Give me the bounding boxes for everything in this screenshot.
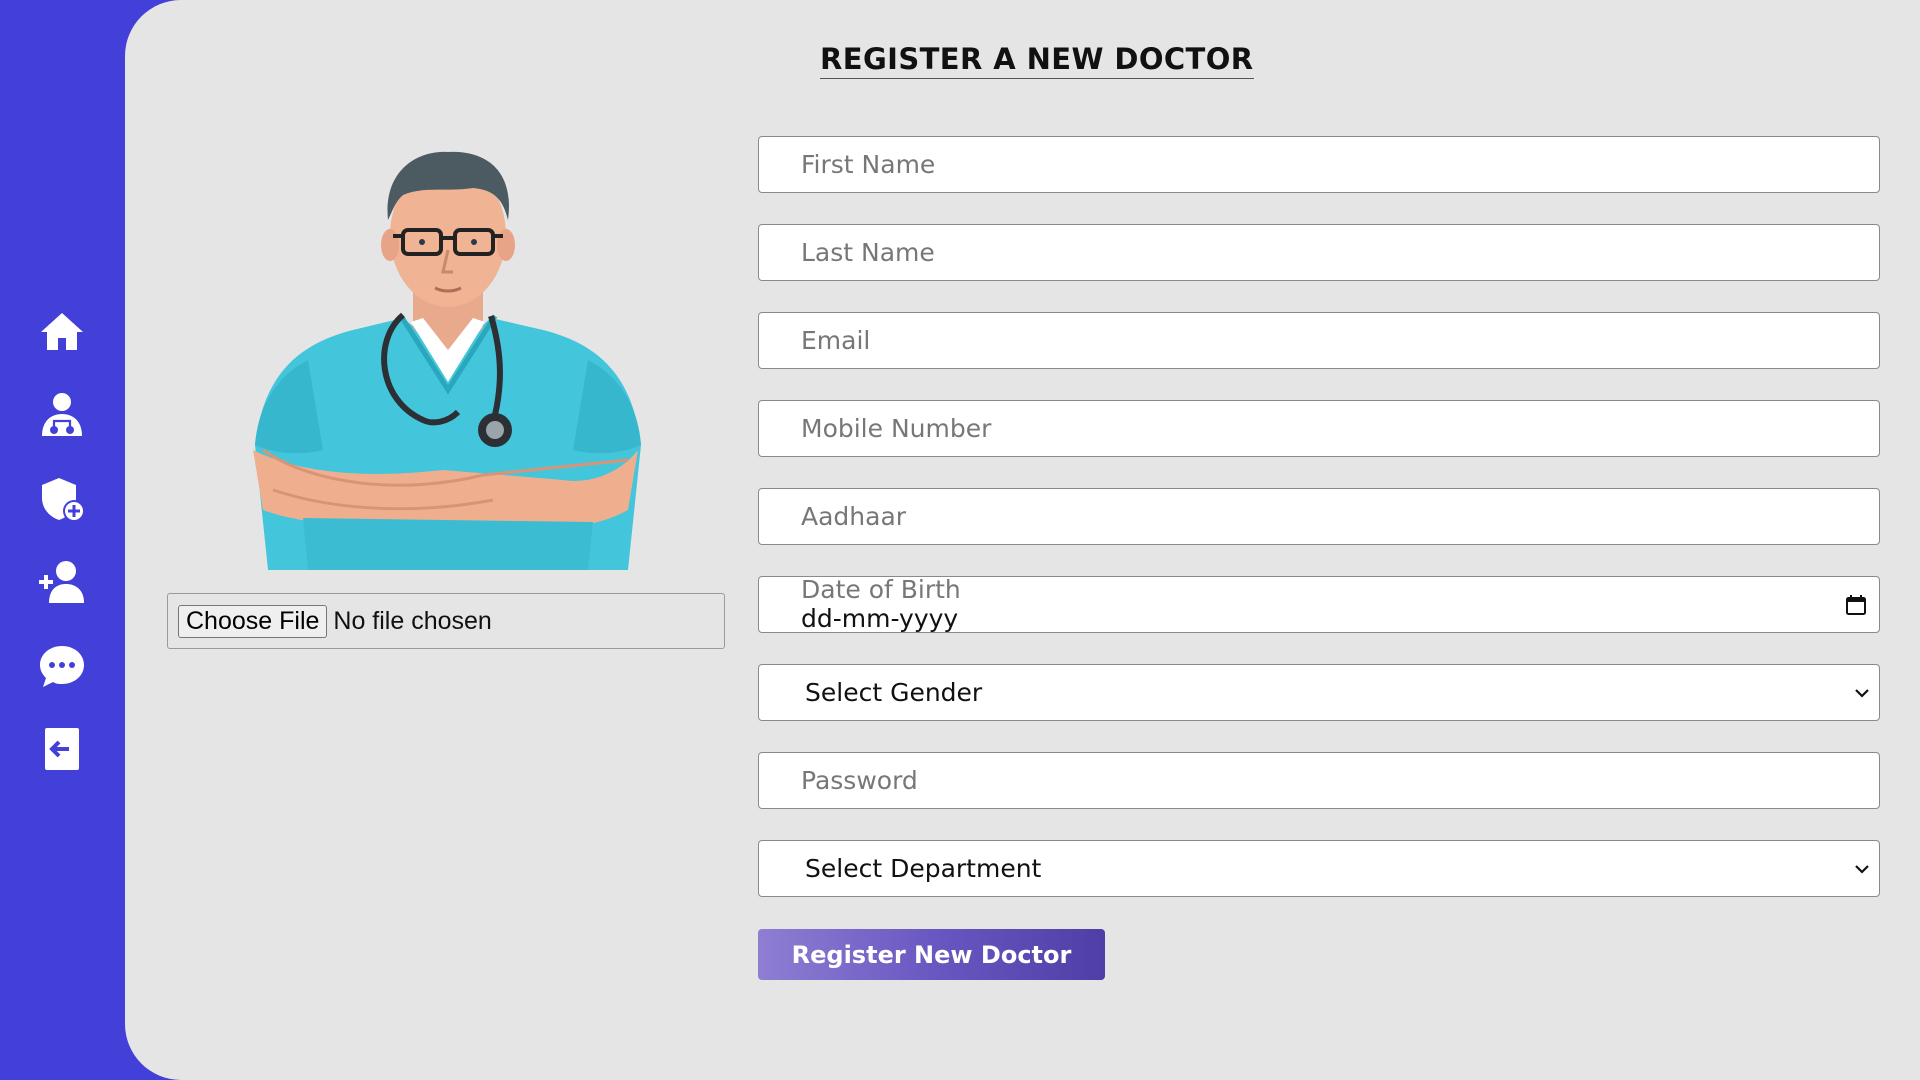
password-input[interactable] [758, 752, 1880, 809]
home-icon [37, 306, 87, 356]
nav-add-department[interactable] [34, 471, 90, 527]
last-name-input[interactable] [758, 224, 1880, 281]
main-content: REGISTER A NEW DOCTOR Choose File No fil… [125, 0, 1920, 1080]
date-of-birth-label: Date of Birth [801, 575, 961, 604]
logout-icon [37, 724, 87, 774]
gender-select[interactable]: Select Gender [758, 664, 1880, 721]
aadhaar-input[interactable] [758, 488, 1880, 545]
nav-messages[interactable] [34, 638, 90, 694]
chevron-down-icon [1853, 684, 1871, 702]
first-name-input[interactable] [758, 136, 1880, 193]
nav-logout[interactable] [34, 721, 90, 777]
nav-doctors[interactable] [34, 387, 90, 443]
user-plus-icon [37, 557, 87, 607]
department-select[interactable]: Select Department [758, 840, 1880, 897]
choose-file-button[interactable]: Choose File [178, 604, 328, 638]
nav-home[interactable] [34, 303, 90, 359]
doctor-illustration [233, 150, 663, 570]
chat-icon [37, 641, 87, 691]
department-select-value: Select Department [805, 854, 1042, 883]
calendar-icon[interactable] [1845, 594, 1867, 616]
chevron-down-icon [1853, 860, 1871, 878]
file-status: No file chosen [333, 606, 492, 635]
date-of-birth-field[interactable]: Date of Birth dd-mm-yyyy [758, 575, 1880, 633]
file-upload[interactable]: Choose File No file chosen [167, 593, 725, 649]
mobile-number-input[interactable] [758, 400, 1880, 457]
doctor-icon [37, 390, 87, 440]
gender-select-value: Select Gender [805, 678, 983, 707]
register-doctor-button[interactable]: Register New Doctor [758, 929, 1105, 980]
nav-add-admin[interactable] [34, 554, 90, 610]
shield-plus-icon [37, 474, 87, 524]
page-title: REGISTER A NEW DOCTOR [820, 42, 1254, 79]
email-input[interactable] [758, 312, 1880, 369]
sidebar [0, 0, 125, 1080]
date-of-birth-value[interactable]: dd-mm-yyyy [801, 604, 958, 633]
